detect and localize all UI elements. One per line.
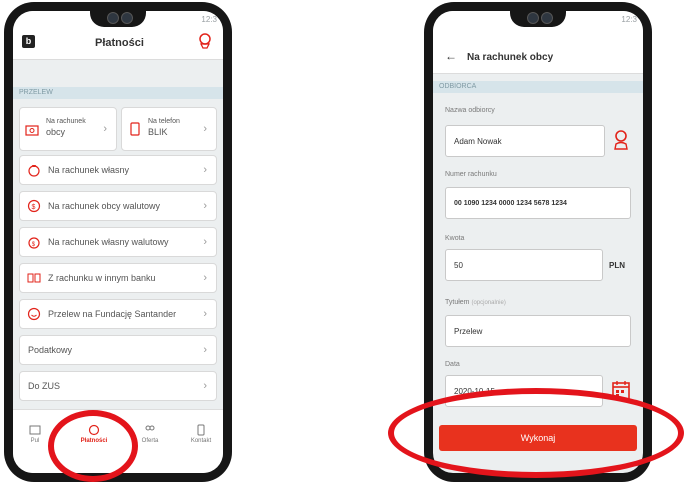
coins-icon[interactable] — [197, 32, 213, 50]
tile-na-rachunek-obcy[interactable]: Na rachunek obcy › — [19, 107, 117, 151]
account-value: 00 1090 1234 0000 1234 5678 1234 — [454, 199, 567, 207]
menu-item-label: Z rachunku w innym banku — [48, 273, 156, 283]
menu-item-przelew-na-fundacje[interactable]: Przelew na Fundację Santander › — [19, 299, 217, 329]
amount-field[interactable]: 50 — [445, 249, 603, 281]
phone-icon — [197, 424, 205, 436]
chevron-right-icon: › — [203, 236, 207, 248]
section-header-odbiorca: ODBIORCA — [433, 81, 643, 93]
bank-logo-icon[interactable]: b — [22, 35, 35, 48]
svg-text:$: $ — [32, 204, 36, 211]
menu-item-label: Na rachunek obcy walutowy — [48, 201, 161, 211]
money-bag-currency-icon: $ — [28, 237, 40, 249]
page-title: Płatności — [95, 37, 144, 49]
smile-icon — [27, 307, 41, 321]
chevron-right-icon: › — [203, 164, 207, 176]
title-field[interactable]: Przelew — [445, 315, 631, 347]
svg-text:$: $ — [32, 242, 36, 248]
account-field[interactable]: 00 1090 1234 0000 1234 5678 1234 — [445, 187, 631, 219]
menu-item-label: Przelew na Fundację Santander — [48, 309, 177, 319]
nav-item-kontakt[interactable]: Kontakt — [179, 410, 223, 473]
money-bag-icon — [28, 165, 40, 177]
menu-item-podatkowy[interactable]: Podatkowy › — [19, 335, 217, 365]
menu-item-na-rachunek-wlasny[interactable]: Na rachunek własny › — [19, 155, 217, 185]
date-label: Data — [445, 361, 460, 368]
chevron-right-icon: › — [203, 308, 207, 320]
money-transfer-icon — [25, 125, 39, 136]
chevron-right-icon: › — [203, 380, 207, 392]
status-time: 12:3 — [201, 15, 217, 24]
chevron-right-icon: › — [203, 344, 207, 356]
menu-item-label: Na rachunek własny — [48, 165, 130, 175]
bank-transfer-icon — [27, 273, 41, 283]
tile-label: Na telefon BLIK — [148, 118, 180, 137]
left-phone: 12:3 b Płatności PRZELEW Na rachunek obc… — [4, 2, 232, 482]
wallet-icon — [29, 425, 41, 435]
camera — [527, 12, 539, 24]
back-arrow-icon[interactable]: ← — [445, 49, 457, 63]
person-icon[interactable] — [613, 129, 629, 151]
status-time: 12:3 — [621, 15, 637, 24]
phone-transfer-icon — [130, 122, 140, 136]
menu-item-na-rachunek-obcy-walutowy[interactable]: $ Na rachunek obcy walutowy › — [19, 191, 217, 221]
amount-label: Kwota — [445, 235, 465, 242]
recipient-value: Adam Nowak — [454, 136, 502, 146]
left-screen: 12:3 b Płatności PRZELEW Na rachunek obc… — [13, 11, 223, 473]
section-header-przelew: PRZELEW — [13, 87, 223, 99]
camera — [107, 12, 119, 24]
chevron-right-icon: › — [203, 200, 207, 212]
account-label: Numer rachunku — [445, 171, 497, 178]
title-value: Przelew — [454, 326, 483, 336]
menu-item-label: Na rachunek własny walutowy — [48, 237, 169, 247]
menu-item-label: Do ZUS — [28, 381, 61, 391]
tile-label: Na rachunek obcy — [46, 118, 86, 137]
menu-item-do-zus[interactable]: Do ZUS › — [19, 371, 217, 401]
amount-value: 50 — [454, 260, 463, 270]
currency-label: PLN — [609, 261, 625, 270]
currency-exchange-icon: $ — [27, 199, 41, 213]
recipient-field[interactable]: Adam Nowak — [445, 125, 605, 157]
camera — [541, 12, 553, 24]
page-title: Na rachunek obcy — [467, 52, 554, 63]
highlight-ring-wykonaj — [388, 388, 684, 478]
menu-item-label: Podatkowy — [28, 345, 73, 355]
title-label: Tytułem (opcjonalnie) — [445, 299, 506, 306]
chevron-right-icon: › — [203, 123, 207, 135]
chevron-right-icon: › — [203, 272, 207, 284]
menu-item-na-rachunek-wlasny-walutowy[interactable]: $ Na rachunek własny walutowy › — [19, 227, 217, 257]
camera — [121, 12, 133, 24]
menu-item-z-rachunku-w-innym-banku[interactable]: Z rachunku w innym banku › — [19, 263, 217, 293]
tile-na-telefon-blik[interactable]: Na telefon BLIK › — [121, 107, 217, 151]
recipient-label: Nazwa odbiorcy — [445, 107, 495, 114]
highlight-ring-platnosci — [48, 410, 138, 482]
people-icon — [145, 425, 155, 431]
chevron-right-icon: › — [103, 123, 107, 135]
